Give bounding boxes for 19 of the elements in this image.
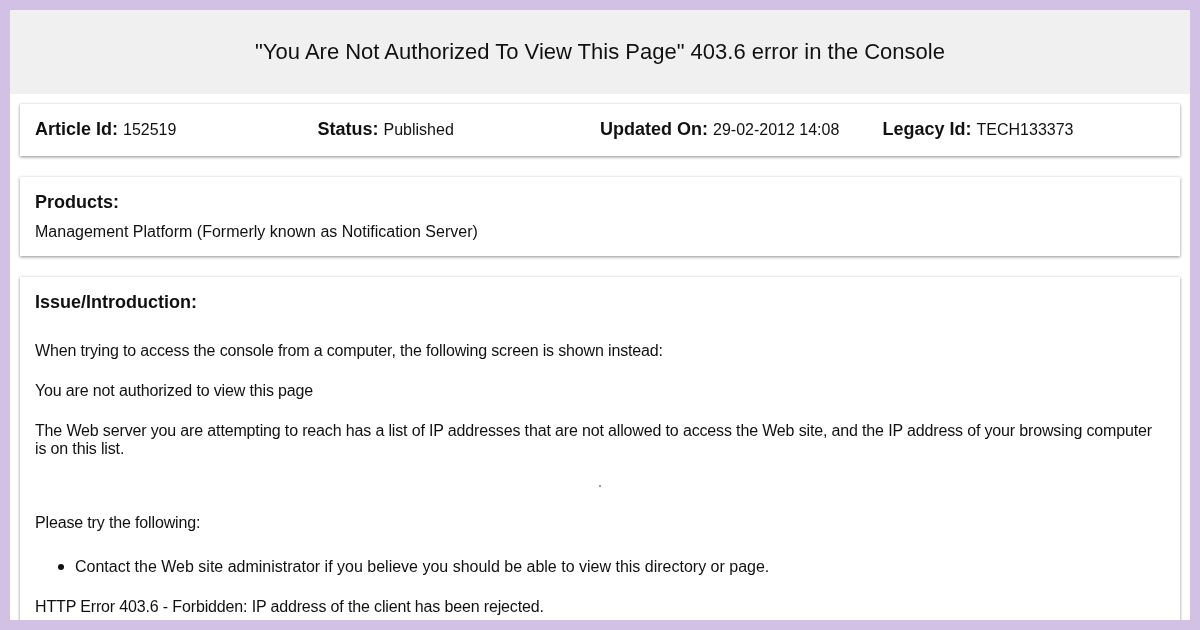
- meta-label: Article Id:: [35, 119, 118, 139]
- page-title: "You Are Not Authorized To View This Page" 403.6 error in the Console: [255, 39, 945, 65]
- product-name: Management Platform (Formerly known as Notification Server): [35, 223, 479, 241]
- meta-value: 29-02-2012 14:08: [713, 121, 840, 138]
- meta-value: TECH133373: [976, 121, 1074, 138]
- paragraph: The Web server you are attempting to reach has a list of IP addresses that are not allowed to access the Web site, and the IP address of your browsing computer is on this list.: [35, 422, 1153, 458]
- paragraph: HTTP Error 403.6 - Forbidden: IP address of the client has been rejected.: [35, 598, 545, 616]
- meta-value: 152519: [123, 121, 177, 138]
- meta-label: Status:: [317, 119, 379, 139]
- section-heading: Products:: [35, 192, 120, 212]
- meta-label: Updated On:: [600, 119, 708, 139]
- list-item-text: Contact the Web site administrator if you believe you should be able to view this directory or page.: [75, 558, 770, 576]
- section-heading: Issue/Introduction:: [35, 292, 198, 312]
- paragraph: You are not authorized to view this page: [35, 382, 315, 400]
- meta-value: Published: [383, 121, 454, 138]
- paragraph: Please try the following:: [35, 514, 202, 532]
- meta-label: Legacy Id:: [882, 119, 972, 139]
- paragraph: When trying to access the console from a computer, the following screen is shown instead:: [35, 342, 664, 360]
- bullet-icon: [58, 564, 64, 570]
